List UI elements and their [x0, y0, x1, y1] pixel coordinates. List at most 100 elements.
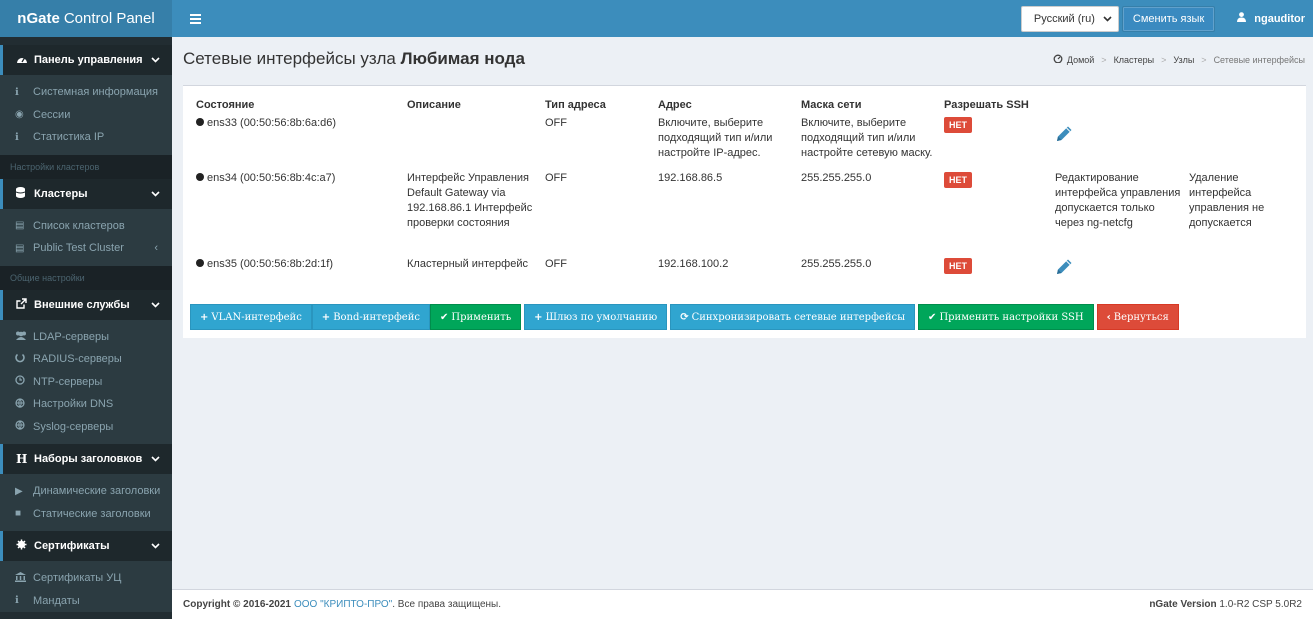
sidebar-item-ldap[interactable]: LDAP-серверы — [0, 325, 172, 348]
breadcrumb-clusters[interactable]: Кластеры — [1114, 55, 1155, 65]
footer-copyright: Copyright © 2016-2021 — [183, 599, 291, 610]
breadcrumb-nodes[interactable]: Узлы — [1173, 55, 1194, 65]
sidebar-item-ip-stats[interactable]: ℹ Статистика IP — [0, 126, 172, 149]
cell-mask: 255.255.255.0 — [801, 258, 872, 270]
sidebar-label-general-settings: Общие настройки — [0, 265, 172, 290]
sidebar-section-dashboard[interactable]: Панель управления — [0, 45, 172, 75]
sidebar-item-label: RADIUS-серверы — [33, 353, 122, 366]
sidebar-item-sysinfo[interactable]: ℹ Системная информация — [0, 81, 172, 104]
sidebar-item-ca-certs[interactable]: Сертификаты УЦ — [0, 567, 172, 590]
button-label: Шлюз по умолчанию — [545, 311, 658, 323]
column-header-description: Описание — [407, 99, 461, 111]
sidebar-section-headers[interactable]: H Наборы заголовков — [0, 444, 172, 474]
cell-state: ens33 (00:50:56:8b:6a:d6) — [196, 116, 407, 171]
apply-ssh-button[interactable]: ✔ Применить настройки SSH — [918, 304, 1094, 330]
sidebar-item-cluster-list[interactable]: ▤ Список кластеров — [0, 214, 172, 237]
brand-bold: nGate — [17, 10, 60, 27]
cell-edit — [1055, 257, 1189, 297]
sidebar-section-label: Сертификаты — [34, 540, 110, 552]
add-bond-button[interactable]: + Bond-интерфейс — [311, 304, 430, 330]
back-button[interactable]: ‹ Вернуться — [1096, 304, 1179, 330]
plus-icon: + — [534, 311, 543, 323]
home-icon — [1053, 54, 1063, 65]
breadcrumb-home[interactable]: Домой — [1067, 55, 1094, 65]
cell-ssh: НЕТ — [944, 116, 1055, 171]
user-menu[interactable]: ngauditor — [1237, 12, 1305, 25]
clock-icon — [15, 375, 33, 388]
sidebar-item-label: Public Test Cluster — [33, 242, 124, 255]
sidebar-section-label: Кластеры — [34, 187, 88, 200]
button-label: Синхронизировать сетевые интерфейсы — [691, 311, 906, 323]
column-header-state: Состояние — [196, 99, 255, 111]
page-title-node: Любимая нода — [400, 49, 525, 68]
ssh-status-badge: НЕТ — [944, 117, 972, 133]
cell-mask: Включите, выберите подходящий тип и/или … — [801, 117, 933, 159]
sidebar-toggle-icon[interactable] — [180, 0, 210, 37]
sidebar-item-ntp[interactable]: NTP-серверы — [0, 370, 172, 393]
breadcrumb: Домой > Кластеры > Узлы > Сетевые интерф… — [1053, 54, 1305, 65]
cell-address: 192.168.86.5 — [658, 172, 723, 184]
sync-interfaces-button[interactable]: ⟳ Синхронизировать сетевые интерфейсы — [670, 304, 916, 330]
sidebar-item-label: Мандаты — [33, 594, 80, 607]
cell-ssh: НЕТ — [944, 257, 1055, 297]
sidebar-item-label: Системная информация — [33, 86, 158, 99]
ssh-status-badge: НЕТ — [944, 258, 972, 274]
sidebar-section-external[interactable]: Внешние службы — [0, 289, 172, 320]
sidebar-item-sessions[interactable]: ◉ Сессии — [0, 103, 172, 126]
main-content: Сетевые интерфейсы узла Любимая нода Дом… — [172, 37, 1313, 589]
sidebar-item-label: Статические заголовки — [33, 507, 151, 520]
pencil-icon[interactable] — [1055, 257, 1074, 281]
cell-state: ens34 (00:50:56:8b:4c:a7) — [196, 171, 407, 257]
footer: Copyright © 2016-2021 ООО "КРИПТО-ПРО" .… — [172, 589, 1313, 619]
sidebar-item-static-headers[interactable]: ■ Статические заголовки — [0, 502, 172, 525]
globe-icon — [15, 398, 33, 411]
change-language-button[interactable]: Сменить язык — [1121, 5, 1216, 32]
sidebar-section-clusters[interactable]: Кластеры — [0, 178, 172, 209]
status-dot-icon — [196, 173, 204, 181]
check-icon: ✔ — [928, 311, 937, 323]
status-dot-icon — [196, 259, 204, 267]
column-header-delete — [1189, 94, 1289, 116]
cell-address: Включите, выберите подходящий тип и/или … — [658, 117, 773, 159]
button-label: Применить настройки SSH — [939, 311, 1084, 323]
sidebar-item-syslog[interactable]: Syslog-серверы — [0, 415, 172, 438]
interfaces-box: Состояние Описание Тип адреса Адрес Маск… — [183, 85, 1306, 338]
button-label: Применить — [451, 311, 512, 323]
info-icon: ℹ — [15, 595, 19, 607]
interfaces-table: Состояние Описание Тип адреса Адрес Маск… — [196, 94, 1289, 297]
footer-company-link[interactable]: ООО "КРИПТО-ПРО" — [294, 599, 392, 610]
add-vlan-button[interactable]: + VLAN-интерфейс — [190, 304, 312, 330]
sidebar-item-label: Динамические заголовки — [33, 485, 161, 498]
cell-edit — [1055, 116, 1189, 171]
brand-logo[interactable]: nGate Control Panel — [0, 0, 172, 37]
chevron-left-icon: ‹ — [1106, 311, 1111, 323]
table-header-row: Состояние Описание Тип адреса Адрес Маск… — [196, 94, 1289, 116]
breadcrumb-separator-icon: > — [1161, 54, 1167, 65]
cell-address: 192.168.100.2 — [658, 258, 729, 270]
cell-description: Интерфейс Управления Default Gateway via… — [407, 172, 533, 229]
sidebar-item-mandates[interactable]: ℹ Мандаты — [0, 589, 172, 612]
column-header-mask: Маска сети — [801, 99, 862, 111]
sidebar: Панель управления ℹ Системная информация… — [0, 37, 172, 619]
default-gateway-button[interactable]: + Шлюз по умолчанию — [524, 304, 668, 330]
play-icon: ▶ — [15, 485, 23, 497]
sidebar-item-radius[interactable]: RADIUS-серверы — [0, 348, 172, 371]
user-icon — [1237, 12, 1247, 25]
table-row: ens35 (00:50:56:8b:2d:1f) Кластерный инт… — [196, 257, 1289, 297]
pencil-icon[interactable] — [1055, 124, 1074, 148]
language-select[interactable]: Русский (ru) — [1020, 5, 1119, 32]
sidebar-item-dns[interactable]: Настройки DNS — [0, 393, 172, 416]
sidebar-section-certs[interactable]: Сертификаты — [0, 531, 172, 561]
page-title: Сетевые интерфейсы узла Любимая нода — [183, 49, 525, 69]
apply-button[interactable]: ✔ Применить — [429, 304, 522, 330]
column-header-edit — [1055, 94, 1189, 116]
certificate-icon — [16, 539, 34, 553]
column-header-address: Адрес — [658, 99, 692, 111]
sidebar-label-cluster-settings: Настройки кластеров — [0, 154, 172, 179]
sidebar-item-public-test-cluster[interactable]: ▤ Public Test Cluster ‹ — [0, 237, 172, 260]
action-buttons: + VLAN-интерфейс + Bond-интерфейс ✔ Примени… — [190, 304, 1179, 330]
chevron-down-icon — [151, 189, 160, 199]
button-label: Вернуться — [1113, 311, 1169, 323]
sidebar-item-dynamic-headers[interactable]: ▶ Динамические заголовки — [0, 480, 172, 503]
chevron-down-icon — [151, 55, 160, 65]
